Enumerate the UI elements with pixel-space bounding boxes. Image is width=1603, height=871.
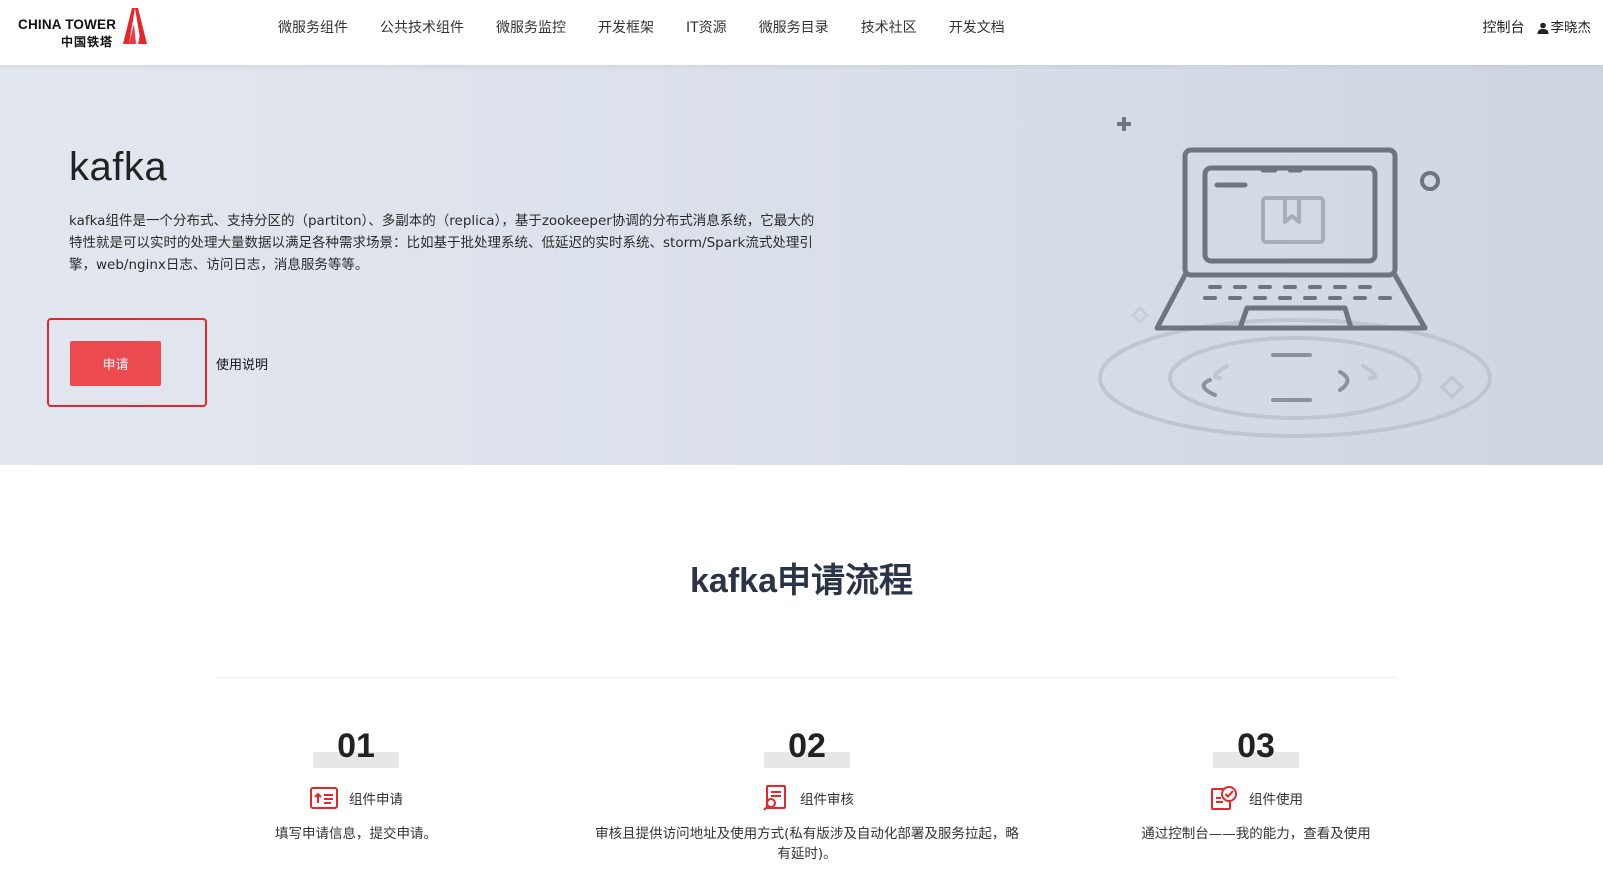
- process-step-review: 02 组件审核 审核且提供访问地址及使用方式(私有版涉及自动化部署及服务拉起，略…: [577, 726, 1037, 864]
- user-name: 李晓杰: [1550, 20, 1592, 36]
- step-number-badge: 01: [313, 726, 399, 768]
- process-step-usage: 03 组件使用 通过控制台——我的能力，查看及使用: [1026, 726, 1486, 844]
- console-link[interactable]: 控制台: [1483, 18, 1525, 38]
- step-number: 03: [1237, 727, 1275, 765]
- process-title: kafka申请流程: [690, 562, 913, 600]
- component-description: kafka组件是一个分布式、支持分区的（partiton）、多副本的（repli…: [69, 213, 815, 273]
- user-icon: [1537, 22, 1548, 34]
- tower-logo-icon: [123, 8, 147, 44]
- china-tower-logo[interactable]: CHINA TOWER 中国铁塔: [18, 4, 153, 49]
- step-label: 组件申请: [349, 792, 403, 808]
- apply-form-icon: [309, 784, 339, 812]
- user-menu[interactable]: 李晓杰: [1537, 18, 1592, 38]
- step-number: 02: [788, 727, 826, 765]
- hero-banner: kafka kafka组件是一个分布式、支持分区的（partiton）、多副本的…: [0, 65, 1603, 465]
- step-number-badge: 02: [764, 726, 850, 768]
- logo-english-text: CHINA TOWER: [18, 17, 117, 32]
- step-description: 审核且提供访问地址及使用方式(私有版涉及自动化部署及服务拉起，略有延时)。: [595, 826, 1019, 862]
- usage-instructions-link[interactable]: 使用说明: [216, 354, 268, 373]
- top-header: CHINA TOWER 中国铁塔 微服务组件 公共技术组件 微服务监控 开发框架…: [0, 0, 1603, 65]
- laptop-illustration: [1098, 117, 1492, 438]
- nav-item-it-resources[interactable]: IT资源: [686, 18, 727, 38]
- nav-item-microservice-monitoring[interactable]: 微服务监控: [496, 18, 566, 38]
- logo-chinese-text: 中国铁塔: [61, 35, 114, 49]
- nav-item-microservice-components[interactable]: 微服务组件: [278, 18, 348, 38]
- nav-item-dev-docs[interactable]: 开发文档: [949, 18, 1005, 38]
- step-label: 组件使用: [1249, 792, 1303, 808]
- step-description: 通过控制台——我的能力，查看及使用: [1141, 826, 1371, 842]
- nav-item-microservice-catalog[interactable]: 微服务目录: [759, 18, 829, 38]
- step-description: 填写申请信息，提交申请。: [275, 826, 437, 842]
- section-divider: [216, 677, 1396, 678]
- step-label: 组件审核: [800, 792, 854, 808]
- main-nav: 微服务组件 公共技术组件 微服务监控 开发框架 IT资源 微服务目录 技术社区 …: [278, 18, 1037, 38]
- usage-check-icon: [1209, 784, 1239, 812]
- step-number: 01: [337, 727, 375, 765]
- page-title: kafka: [69, 145, 168, 189]
- step-number-badge: 03: [1213, 726, 1299, 768]
- nav-item-tech-community[interactable]: 技术社区: [861, 18, 917, 38]
- review-document-icon: [760, 784, 790, 812]
- process-step-apply: 01 组件申请 填写申请信息，提交申请。: [126, 726, 586, 844]
- header-right: 控制台 李晓杰: [1483, 18, 1592, 38]
- nav-item-common-tech-components[interactable]: 公共技术组件: [380, 18, 464, 38]
- apply-button[interactable]: 申请: [70, 341, 161, 386]
- nav-item-dev-framework[interactable]: 开发框架: [598, 18, 654, 38]
